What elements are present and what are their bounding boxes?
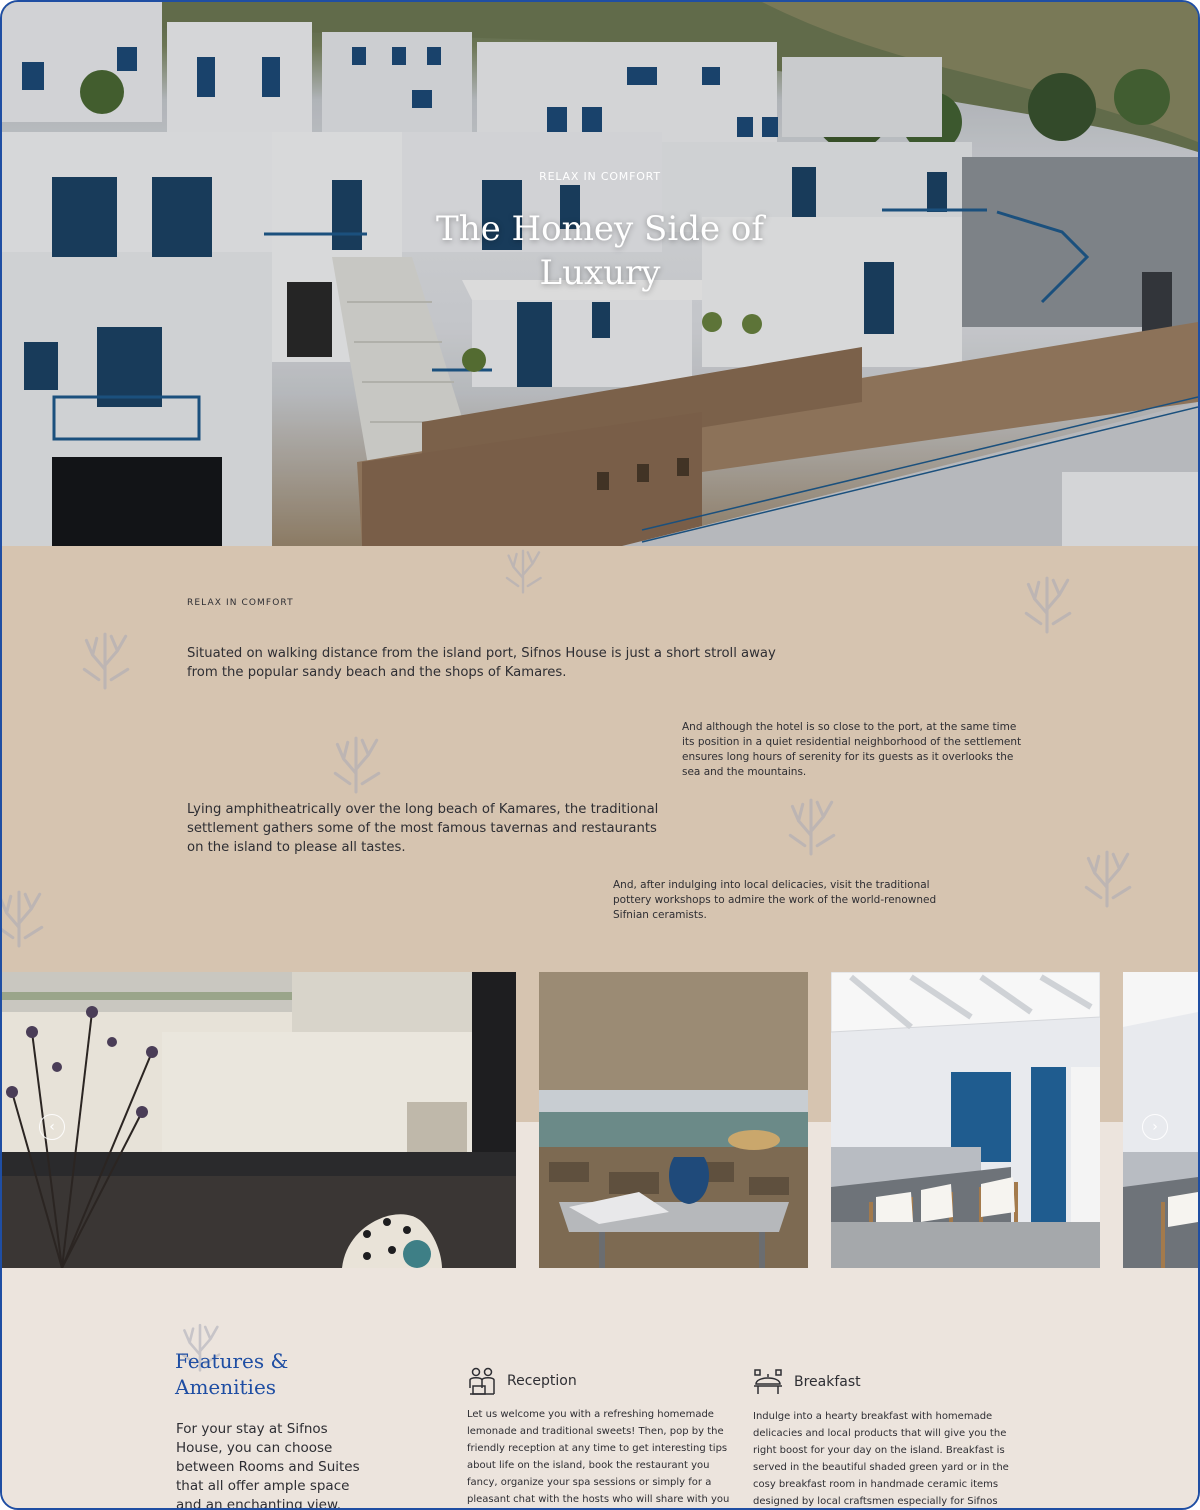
- gallery-slide[interactable]: [831, 972, 1100, 1268]
- feature-text: Indulge into a hearty breakfast with hom…: [753, 1411, 1009, 1507]
- coral-decoration-icon: [788, 798, 836, 856]
- chevron-left-icon: ‹: [49, 1119, 55, 1135]
- intro-eyebrow: RELAX IN COMFORT: [187, 598, 294, 608]
- gallery-image: [539, 972, 808, 1268]
- gallery-slide[interactable]: [539, 972, 808, 1268]
- gallery-prev-button[interactable]: ‹: [39, 1114, 65, 1140]
- coral-decoration-icon: [1024, 576, 1072, 634]
- coral-decoration-icon: [505, 549, 542, 594]
- coral-decoration-icon: [1084, 850, 1132, 908]
- intro-section: RELAX IN COMFORT Situated on walking dis…: [2, 546, 1198, 972]
- intro-paragraph: Situated on walking distance from the is…: [187, 646, 776, 680]
- breakfast-icon: [754, 1369, 782, 1394]
- chevron-right-icon: ›: [1152, 1119, 1158, 1135]
- hero-eyebrow: RELAX IN COMFORT: [539, 170, 661, 183]
- gallery-carousel: ‹ ›: [2, 972, 1198, 1268]
- features-title: Features & Amenities: [175, 1349, 289, 1399]
- gallery-image: [831, 972, 1100, 1268]
- gallery-image: [2, 972, 516, 1268]
- reception-icon: [469, 1367, 495, 1395]
- intro-paragraph: And although the hotel is so close to th…: [682, 721, 1022, 778]
- intro-paragraph: And, after indulging into local delicaci…: [613, 879, 937, 921]
- feature-label: Reception: [507, 1373, 577, 1389]
- hero-title: The Homey Side of Luxury: [436, 209, 764, 293]
- gallery-next-button[interactable]: ›: [1142, 1114, 1168, 1140]
- coral-decoration-icon: [333, 736, 381, 794]
- page-frame: RELAX IN COMFORT The Homey Side of Luxur…: [0, 0, 1200, 1510]
- feature-heading: Breakfast: [752, 1368, 861, 1396]
- features-intro: For your stay at Sifnos House, you can c…: [176, 1421, 360, 1508]
- intro-paragraph: Lying amphitheatrically over the long be…: [187, 802, 659, 855]
- hero-section: RELAX IN COMFORT The Homey Side of Luxur…: [2, 2, 1198, 546]
- coral-decoration-icon: [82, 632, 130, 690]
- features-section: Features & Amenities For your stay at Si…: [2, 1268, 1198, 1508]
- feature-text: Let us welcome you with a refreshing hom…: [467, 1409, 730, 1505]
- gallery-slide[interactable]: [2, 972, 516, 1268]
- coral-decoration-icon: [2, 890, 44, 948]
- feature-heading: Reception: [467, 1366, 577, 1396]
- feature-label: Breakfast: [794, 1374, 861, 1390]
